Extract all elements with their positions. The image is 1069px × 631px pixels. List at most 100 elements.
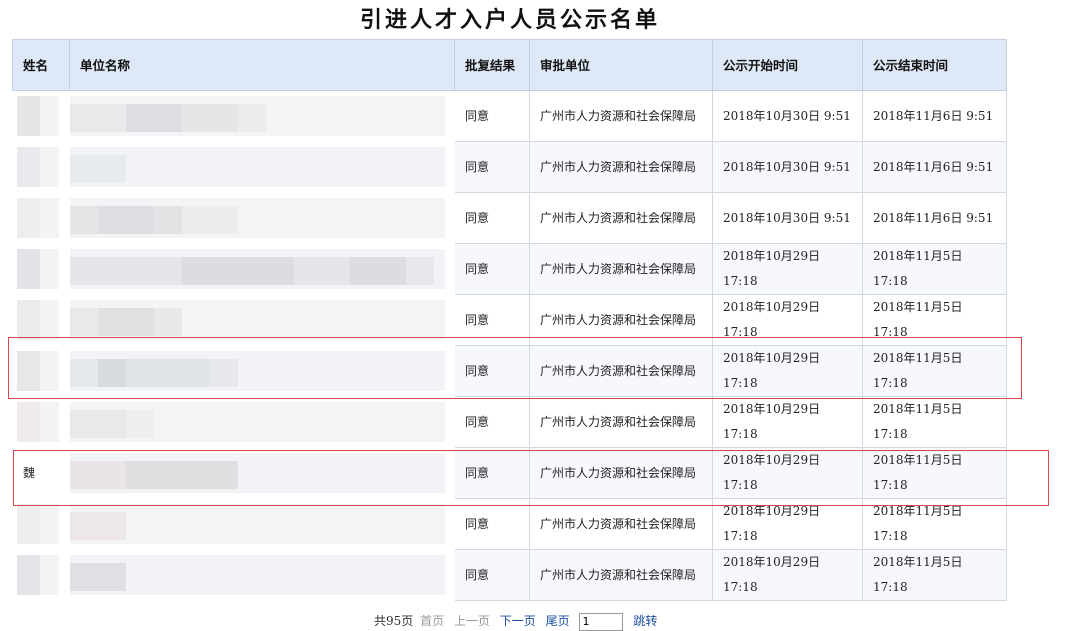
cell-unit — [70, 142, 455, 193]
redaction-block — [182, 206, 238, 234]
cell-unit — [70, 397, 455, 448]
cell-unit — [70, 91, 455, 142]
cell-name — [13, 550, 70, 601]
prev-page-link[interactable]: 上一页 — [454, 614, 490, 628]
cell-result: 同意 — [454, 90, 530, 142]
redacted-unit — [70, 351, 445, 391]
cell-name — [13, 499, 70, 550]
redaction-block — [70, 308, 98, 336]
cell-approver: 广州市人力资源和社会保障局 — [529, 549, 713, 601]
cell-result: 同意 — [454, 294, 530, 346]
go-to-page-link[interactable]: 跳转 — [633, 614, 657, 628]
page-number-input[interactable] — [579, 612, 624, 631]
redaction-block — [182, 257, 294, 285]
cell-end-time: 2018年11月5日 17:18 — [862, 549, 1007, 601]
cell-result: 同意 — [454, 345, 530, 397]
cell-unit — [70, 244, 455, 295]
table-row: 同意 广州市人力资源和社会保障局 2018年10月29日 17:18 2018年11月… — [13, 243, 1007, 295]
cell-approver: 广州市人力资源和社会保障局 — [529, 294, 713, 346]
cell-result: 同意 — [454, 396, 530, 448]
redacted-unit — [70, 453, 445, 493]
redaction-block — [70, 410, 126, 438]
redaction-block — [350, 257, 406, 285]
redacted-unit — [70, 96, 445, 136]
cell-result: 同意 — [454, 498, 530, 550]
cell-name — [13, 346, 70, 397]
page-total: 共95页 — [374, 614, 414, 628]
redacted-name — [17, 300, 59, 340]
table-row: 同意 广州市人力资源和社会保障局 2018年10月29日 17:18 2018年11月… — [13, 345, 1007, 397]
redaction-block — [70, 512, 126, 540]
col-header-approver: 审批单位 — [529, 39, 713, 91]
cell-result: 同意 — [454, 243, 530, 295]
cell-start-time: 2018年10月29日 17:18 — [712, 345, 863, 397]
cell-approver: 广州市人力资源和社会保障局 — [529, 192, 713, 244]
cell-start-time: 2018年10月29日 17:18 — [712, 498, 863, 550]
col-header-start-time: 公示开始时间 — [712, 39, 863, 91]
cell-approver: 广州市人力资源和社会保障局 — [529, 447, 713, 499]
cell-result: 同意 — [454, 447, 530, 499]
cell-result: 同意 — [454, 192, 530, 244]
redaction-block — [98, 206, 154, 234]
cell-start-time: 2018年10月29日 17:18 — [712, 447, 863, 499]
cell-approver: 广州市人力资源和社会保障局 — [529, 498, 713, 550]
table-row: 同意 广州市人力资源和社会保障局 2018年10月29日 17:18 2018年11月… — [13, 396, 1007, 448]
cell-name — [13, 244, 70, 295]
redaction-block — [126, 359, 210, 387]
cell-unit — [70, 193, 455, 244]
cell-approver: 广州市人力资源和社会保障局 — [529, 243, 713, 295]
redacted-name — [17, 198, 59, 238]
page-title: 引进人才入户人员公示名单 — [359, 7, 660, 33]
redaction-block — [126, 410, 154, 438]
col-header-end-time: 公示结束时间 — [862, 39, 1007, 91]
redaction-block — [70, 206, 98, 234]
cell-unit — [70, 550, 455, 601]
redacted-name — [17, 402, 59, 442]
cell-end-time: 2018年11月5日 17:18 — [862, 498, 1007, 550]
table-header-row: 姓名 单位名称 批复结果 审批单位 公示开始时间 公示结束时间 — [12, 39, 1007, 91]
redaction-block — [70, 563, 126, 591]
redacted-unit — [70, 198, 445, 238]
col-header-unit: 单位名称 — [69, 39, 455, 91]
cell-name: 魏 — [13, 448, 70, 499]
redacted-unit — [70, 147, 445, 187]
redacted-unit — [70, 555, 445, 595]
cell-end-time: 2018年11月6日 9:51 — [862, 90, 1007, 142]
next-page-link[interactable]: 下一页 — [500, 614, 536, 628]
public-notice-table: 姓名 单位名称 批复结果 审批单位 公示开始时间 公示结束时间 同意 广州市人力资… — [12, 39, 1007, 601]
redaction-block — [98, 359, 126, 387]
redacted-unit — [70, 402, 445, 442]
redaction-block — [238, 104, 266, 132]
table-row: 同意 广州市人力资源和社会保障局 2018年10月30日 9:51 2018年11月6… — [13, 90, 1007, 142]
cell-start-time: 2018年10月29日 17:18 — [712, 549, 863, 601]
redacted-unit — [70, 249, 445, 289]
cell-unit — [70, 346, 455, 397]
redaction-block — [154, 308, 182, 336]
redacted-name — [17, 555, 59, 595]
cell-approver: 广州市人力资源和社会保障局 — [529, 141, 713, 193]
cell-end-time: 2018年11月5日 17:18 — [862, 396, 1007, 448]
table-row: 同意 广州市人力资源和社会保障局 2018年10月29日 17:18 2018年11月… — [13, 549, 1007, 601]
cell-approver: 广州市人力资源和社会保障局 — [529, 90, 713, 142]
redacted-name — [17, 249, 59, 289]
redacted-name — [17, 504, 59, 544]
cell-unit — [70, 295, 455, 346]
cell-end-time: 2018年11月5日 17:18 — [862, 294, 1007, 346]
cell-start-time: 2018年10月30日 9:51 — [712, 192, 863, 244]
redaction-block — [70, 104, 126, 132]
cell-name — [13, 295, 70, 346]
redacted-unit — [70, 504, 445, 544]
redaction-block — [182, 104, 238, 132]
redaction-block — [70, 359, 98, 387]
table-row: 同意 广州市人力资源和社会保障局 2018年10月29日 17:18 2018年11月… — [13, 498, 1007, 550]
cell-unit — [70, 448, 455, 499]
redaction-block — [70, 155, 126, 183]
cell-end-time: 2018年11月5日 17:18 — [862, 243, 1007, 295]
redaction-block — [98, 308, 154, 336]
cell-start-time: 2018年10月30日 9:51 — [712, 90, 863, 142]
redaction-block — [154, 206, 182, 234]
cell-approver: 广州市人力资源和社会保障局 — [529, 345, 713, 397]
last-page-link[interactable]: 尾页 — [546, 614, 570, 628]
redacted-name — [17, 147, 59, 187]
first-page-link[interactable]: 首页 — [420, 614, 444, 628]
